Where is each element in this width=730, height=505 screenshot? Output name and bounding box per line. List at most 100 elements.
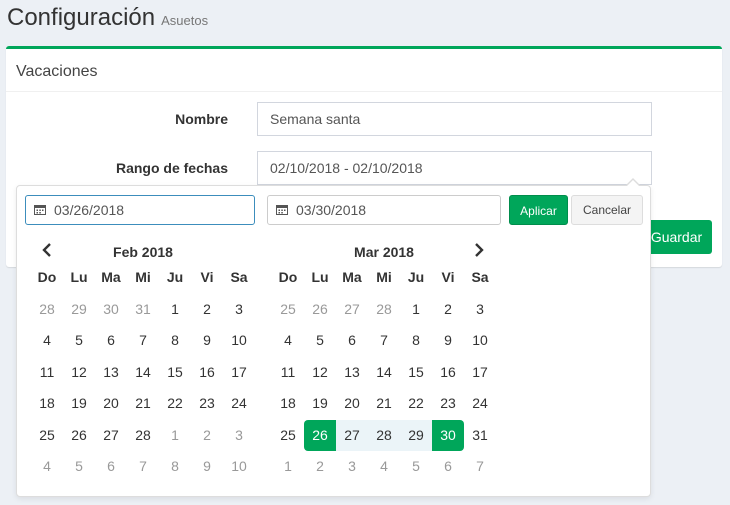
day-cell[interactable]: 10 xyxy=(464,325,496,357)
day-cell[interactable]: 22 xyxy=(400,388,432,420)
day-cell[interactable]: 24 xyxy=(464,388,496,420)
day-cell[interactable]: 16 xyxy=(191,357,223,389)
day-cell[interactable]: 2 xyxy=(432,294,464,326)
day-cell[interactable]: 4 xyxy=(368,451,400,483)
day-cell[interactable]: 3 xyxy=(464,294,496,326)
day-cell[interactable]: 17 xyxy=(223,357,255,389)
day-cell[interactable]: 8 xyxy=(400,325,432,357)
day-cell[interactable]: 5 xyxy=(63,451,95,483)
day-cell[interactable]: 30 xyxy=(432,419,464,451)
day-cell[interactable]: 9 xyxy=(432,325,464,357)
day-cell[interactable]: 3 xyxy=(223,294,255,326)
day-cell[interactable]: 20 xyxy=(336,388,368,420)
day-cell[interactable]: 11 xyxy=(31,357,63,389)
day-cell[interactable]: 10 xyxy=(223,451,255,483)
picker-arrow-inner xyxy=(627,180,639,186)
day-cell[interactable]: 26 xyxy=(63,420,95,452)
day-cell[interactable]: 26 xyxy=(304,294,336,326)
weekday-label: Sa xyxy=(471,269,489,285)
day-cell[interactable]: 31 xyxy=(464,420,496,452)
cancel-button[interactable]: Cancelar xyxy=(571,195,643,225)
day-cell[interactable]: 27 xyxy=(95,420,127,452)
day-cell[interactable]: 7 xyxy=(127,325,159,357)
apply-button[interactable]: Aplicar xyxy=(509,195,568,225)
day-cell[interactable]: 18 xyxy=(31,388,63,420)
day-cell[interactable]: 7 xyxy=(368,325,400,357)
day-cell[interactable]: 2 xyxy=(191,420,223,452)
page-title: Configuración Asuetos xyxy=(7,4,208,32)
day-cell[interactable]: 6 xyxy=(432,451,464,483)
day-cell[interactable]: 12 xyxy=(304,357,336,389)
date-range-input[interactable]: 02/10/2018 - 02/10/2018 xyxy=(257,151,652,185)
day-cell[interactable]: 28 xyxy=(31,294,63,326)
day-cell[interactable]: 8 xyxy=(159,325,191,357)
day-cell[interactable]: 12 xyxy=(63,357,95,389)
day-cell[interactable]: 2 xyxy=(191,294,223,326)
day-cell[interactable]: 17 xyxy=(464,357,496,389)
day-cell[interactable]: 15 xyxy=(400,357,432,389)
day-cell[interactable]: 21 xyxy=(368,388,400,420)
day-cell[interactable]: 23 xyxy=(432,388,464,420)
week-row: 1234567 xyxy=(272,451,496,483)
day-cell[interactable]: 23 xyxy=(191,388,223,420)
end-date-value: 03/30/2018 xyxy=(296,202,367,218)
day-cell[interactable]: 3 xyxy=(336,451,368,483)
day-cell[interactable]: 9 xyxy=(191,325,223,357)
day-cell[interactable]: 31 xyxy=(127,294,159,326)
save-button[interactable]: Guardar xyxy=(641,220,712,254)
day-cell[interactable]: 21 xyxy=(127,388,159,420)
day-cell[interactable]: 7 xyxy=(464,451,496,483)
day-cell[interactable]: 4 xyxy=(31,451,63,483)
day-cell[interactable]: 5 xyxy=(304,325,336,357)
day-cell[interactable]: 8 xyxy=(159,451,191,483)
day-cell[interactable]: 15 xyxy=(159,357,191,389)
day-cell[interactable]: 29 xyxy=(63,294,95,326)
day-cell[interactable]: 2 xyxy=(304,451,336,483)
day-cell[interactable]: 19 xyxy=(63,388,95,420)
day-cell[interactable]: 22 xyxy=(159,388,191,420)
day-cell[interactable]: 1 xyxy=(272,451,304,483)
day-cell[interactable]: 6 xyxy=(95,325,127,357)
weekday-label: Ma xyxy=(101,269,121,285)
day-cell[interactable]: 16 xyxy=(432,357,464,389)
day-cell[interactable]: 3 xyxy=(223,420,255,452)
day-cell[interactable]: 1 xyxy=(159,294,191,326)
day-cell[interactable]: 6 xyxy=(336,325,368,357)
day-cell[interactable]: 14 xyxy=(368,357,400,389)
name-input[interactable]: Semana santa xyxy=(257,102,652,136)
day-cell[interactable]: 28 xyxy=(127,420,159,452)
day-cell[interactable]: 25 xyxy=(31,420,63,452)
day-cell[interactable]: 13 xyxy=(336,357,368,389)
day-cell[interactable]: 10 xyxy=(223,325,255,357)
day-cell[interactable]: 24 xyxy=(223,388,255,420)
day-cell[interactable]: 30 xyxy=(95,294,127,326)
day-cell[interactable]: 29 xyxy=(400,419,432,451)
start-date-input[interactable]: 03/26/2018 xyxy=(25,195,255,225)
day-cell[interactable]: 27 xyxy=(336,294,368,326)
day-cell[interactable]: 6 xyxy=(95,451,127,483)
weekday-label: Vi xyxy=(441,269,455,285)
day-cell[interactable]: 5 xyxy=(63,325,95,357)
day-cell[interactable]: 20 xyxy=(95,388,127,420)
name-label: Nombre xyxy=(175,111,228,127)
end-date-input[interactable]: 03/30/2018 xyxy=(267,195,501,225)
day-cell[interactable]: 13 xyxy=(95,357,127,389)
day-cell[interactable]: 1 xyxy=(159,420,191,452)
day-cell[interactable]: 25 xyxy=(272,420,304,452)
day-cell[interactable]: 19 xyxy=(304,388,336,420)
day-cell[interactable]: 1 xyxy=(400,294,432,326)
day-cell[interactable]: 28 xyxy=(368,419,400,451)
day-cell[interactable]: 4 xyxy=(31,325,63,357)
day-cell[interactable]: 28 xyxy=(368,294,400,326)
day-cell[interactable]: 18 xyxy=(272,388,304,420)
day-cell[interactable]: 25 xyxy=(272,294,304,326)
day-cell[interactable]: 11 xyxy=(272,357,304,389)
day-cell[interactable]: 27 xyxy=(336,419,368,451)
calendar-icon xyxy=(276,205,288,215)
day-cell[interactable]: 7 xyxy=(127,451,159,483)
day-cell[interactable]: 14 xyxy=(127,357,159,389)
day-cell[interactable]: 5 xyxy=(400,451,432,483)
day-cell[interactable]: 9 xyxy=(191,451,223,483)
day-cell[interactable]: 4 xyxy=(272,325,304,357)
day-cell[interactable]: 26 xyxy=(304,419,336,451)
